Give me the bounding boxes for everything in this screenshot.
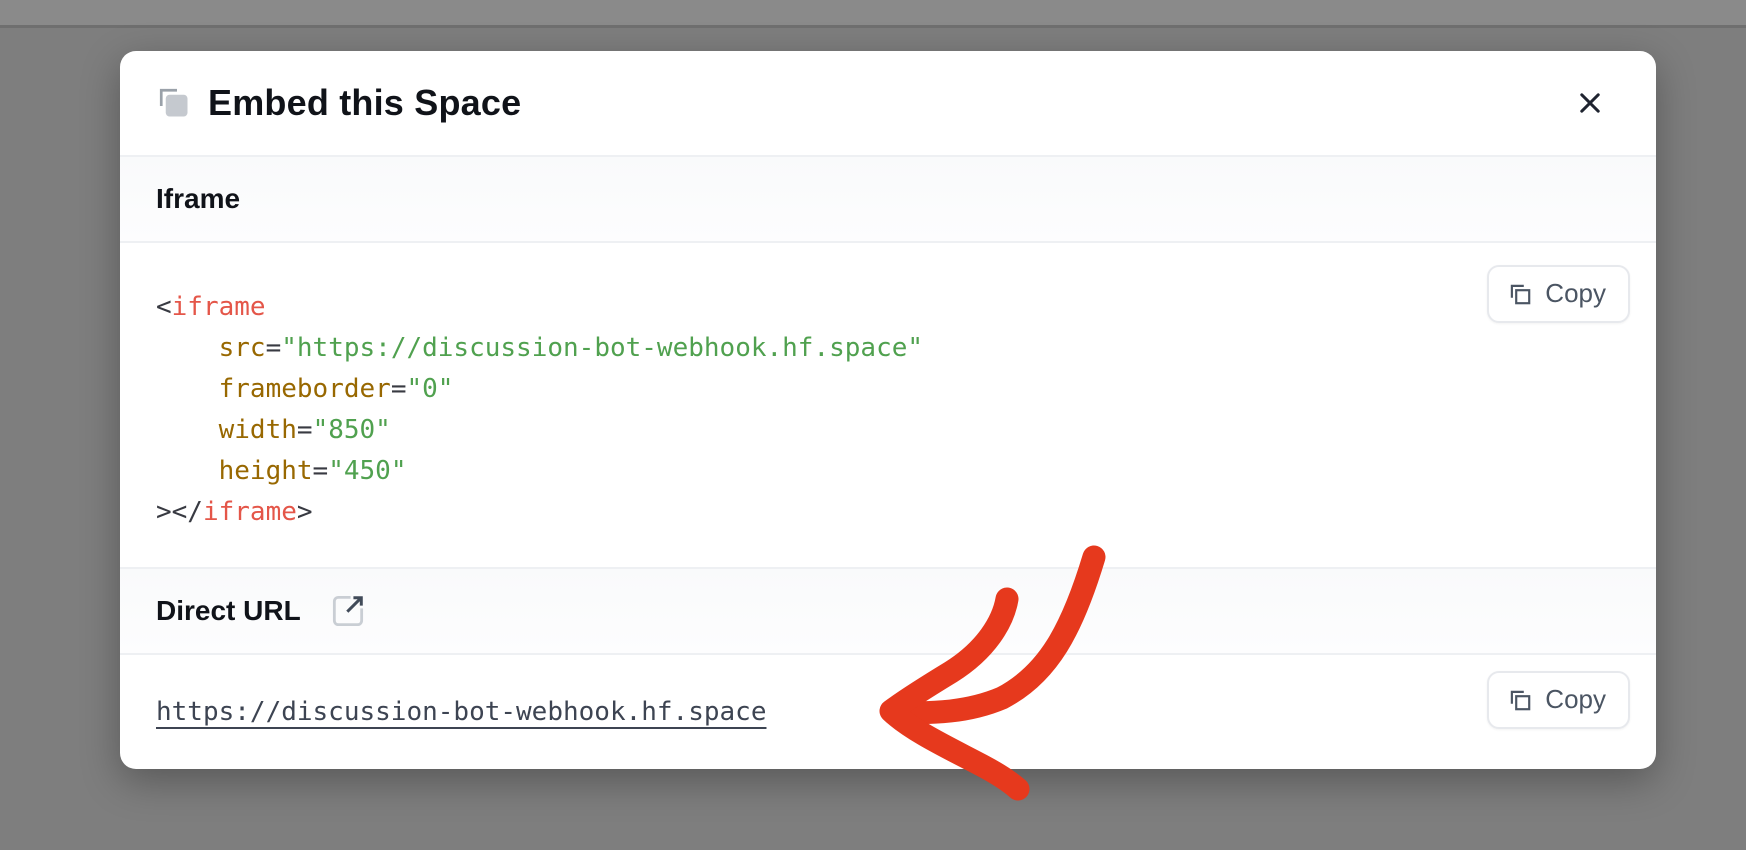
copy-url-label: Copy (1545, 684, 1606, 715)
direct-url-heading: Direct URL (156, 595, 301, 627)
modal-header: Embed this Space (120, 51, 1656, 155)
copy-url-button[interactable]: Copy (1487, 671, 1630, 729)
direct-url-section-header: Direct URL (120, 567, 1656, 655)
copy-iframe-button[interactable]: Copy (1487, 265, 1630, 323)
iframe-code-area: <iframe src="https://discussion-bot-webh… (120, 243, 1656, 567)
direct-url-link[interactable]: https://discussion-bot-webhook.hf.space (156, 697, 766, 727)
external-link-icon[interactable] (327, 590, 369, 632)
iframe-heading: Iframe (156, 183, 240, 215)
embed-squares-icon (156, 85, 192, 121)
direct-url-area: https://discussion-bot-webhook.hf.space … (120, 655, 1656, 769)
background-page-header-strip (0, 0, 1746, 28)
close-button[interactable] (1568, 81, 1612, 125)
iframe-section-header: Iframe (120, 155, 1656, 243)
copy-icon (1507, 281, 1533, 307)
copy-iframe-label: Copy (1545, 278, 1606, 309)
iframe-code[interactable]: <iframe src="https://discussion-bot-webh… (156, 287, 1620, 533)
copy-icon (1507, 687, 1533, 713)
modal-title: Embed this Space (208, 82, 521, 124)
close-icon (1573, 86, 1607, 120)
embed-space-modal: Embed this Space Iframe <iframe src="htt… (120, 51, 1656, 769)
